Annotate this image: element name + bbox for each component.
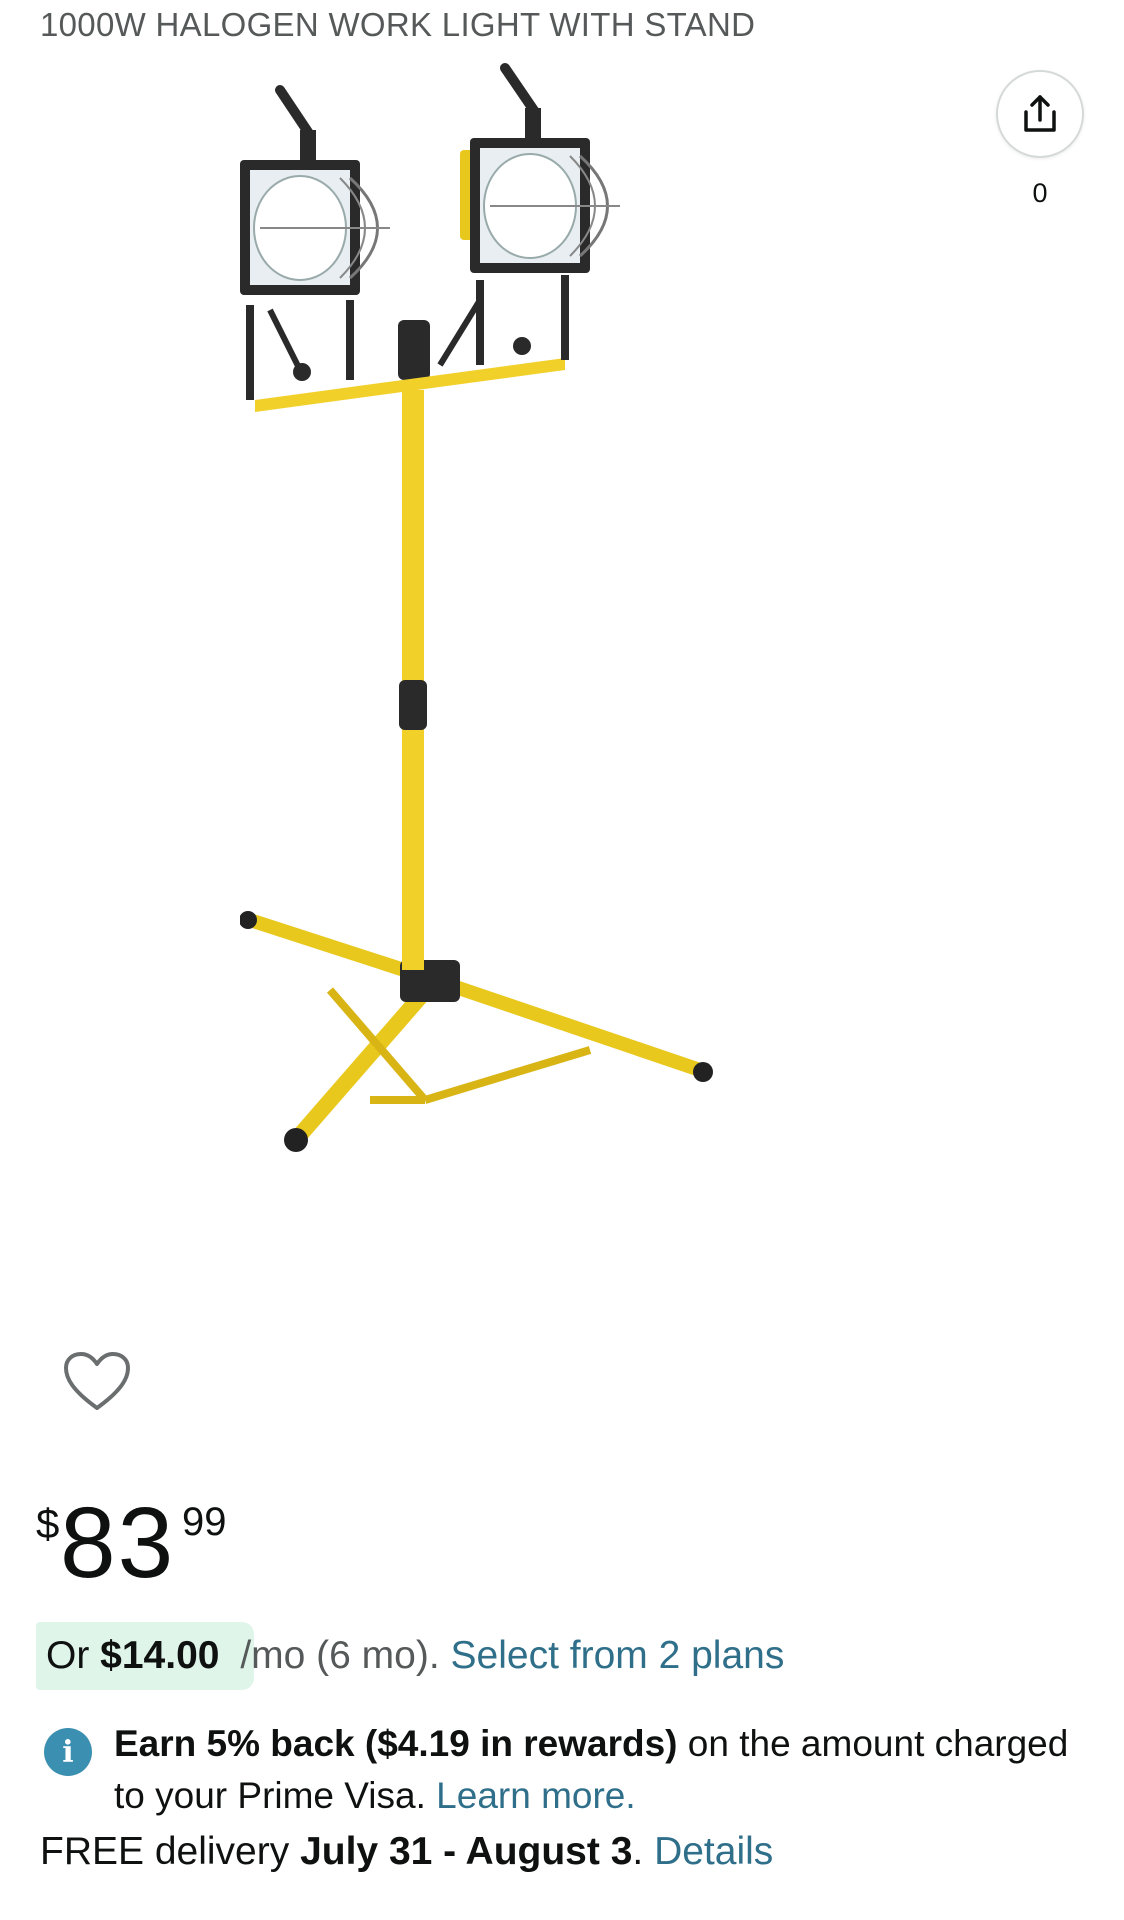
heart-icon [64,1352,130,1410]
wishlist-button[interactable] [62,1350,132,1419]
info-icon: i [44,1728,92,1776]
halogen-work-light-image [230,63,713,1152]
price-fraction: 99 [182,1500,227,1544]
installment-row: Or $14.00 /mo (6 mo). Select from 2 plan… [36,1622,1096,1690]
price-whole: 83 [60,1487,176,1599]
share-count: 0 [1032,178,1048,208]
share-button[interactable] [996,70,1084,158]
installment-amount: $14.00 [100,1634,220,1677]
delivery-prefix: FREE delivery [40,1830,290,1873]
delivery-info: FREE delivery July 31 - August 3. Detail… [40,1830,773,1874]
installment-prefix: Or [46,1634,90,1677]
learn-more-link[interactable]: Learn more. [436,1775,636,1816]
rewards-bold-text: Earn 5% back ($4.19 in rewards) [114,1723,678,1764]
delivery-period: . [632,1830,655,1873]
delivery-details-link[interactable]: Details [654,1830,773,1873]
select-plans-link[interactable]: Select from 2 plans [451,1634,785,1677]
price-symbol: $ [36,1500,60,1547]
delivery-dates: July 31 - August 3 [300,1830,633,1873]
share-icon [1024,95,1056,132]
product-title: 1000W HALOGEN WORK LIGHT WITH STAND [40,6,756,43]
installment-suffix: /mo (6 mo). [240,1634,440,1677]
product-image[interactable] [230,60,880,1165]
